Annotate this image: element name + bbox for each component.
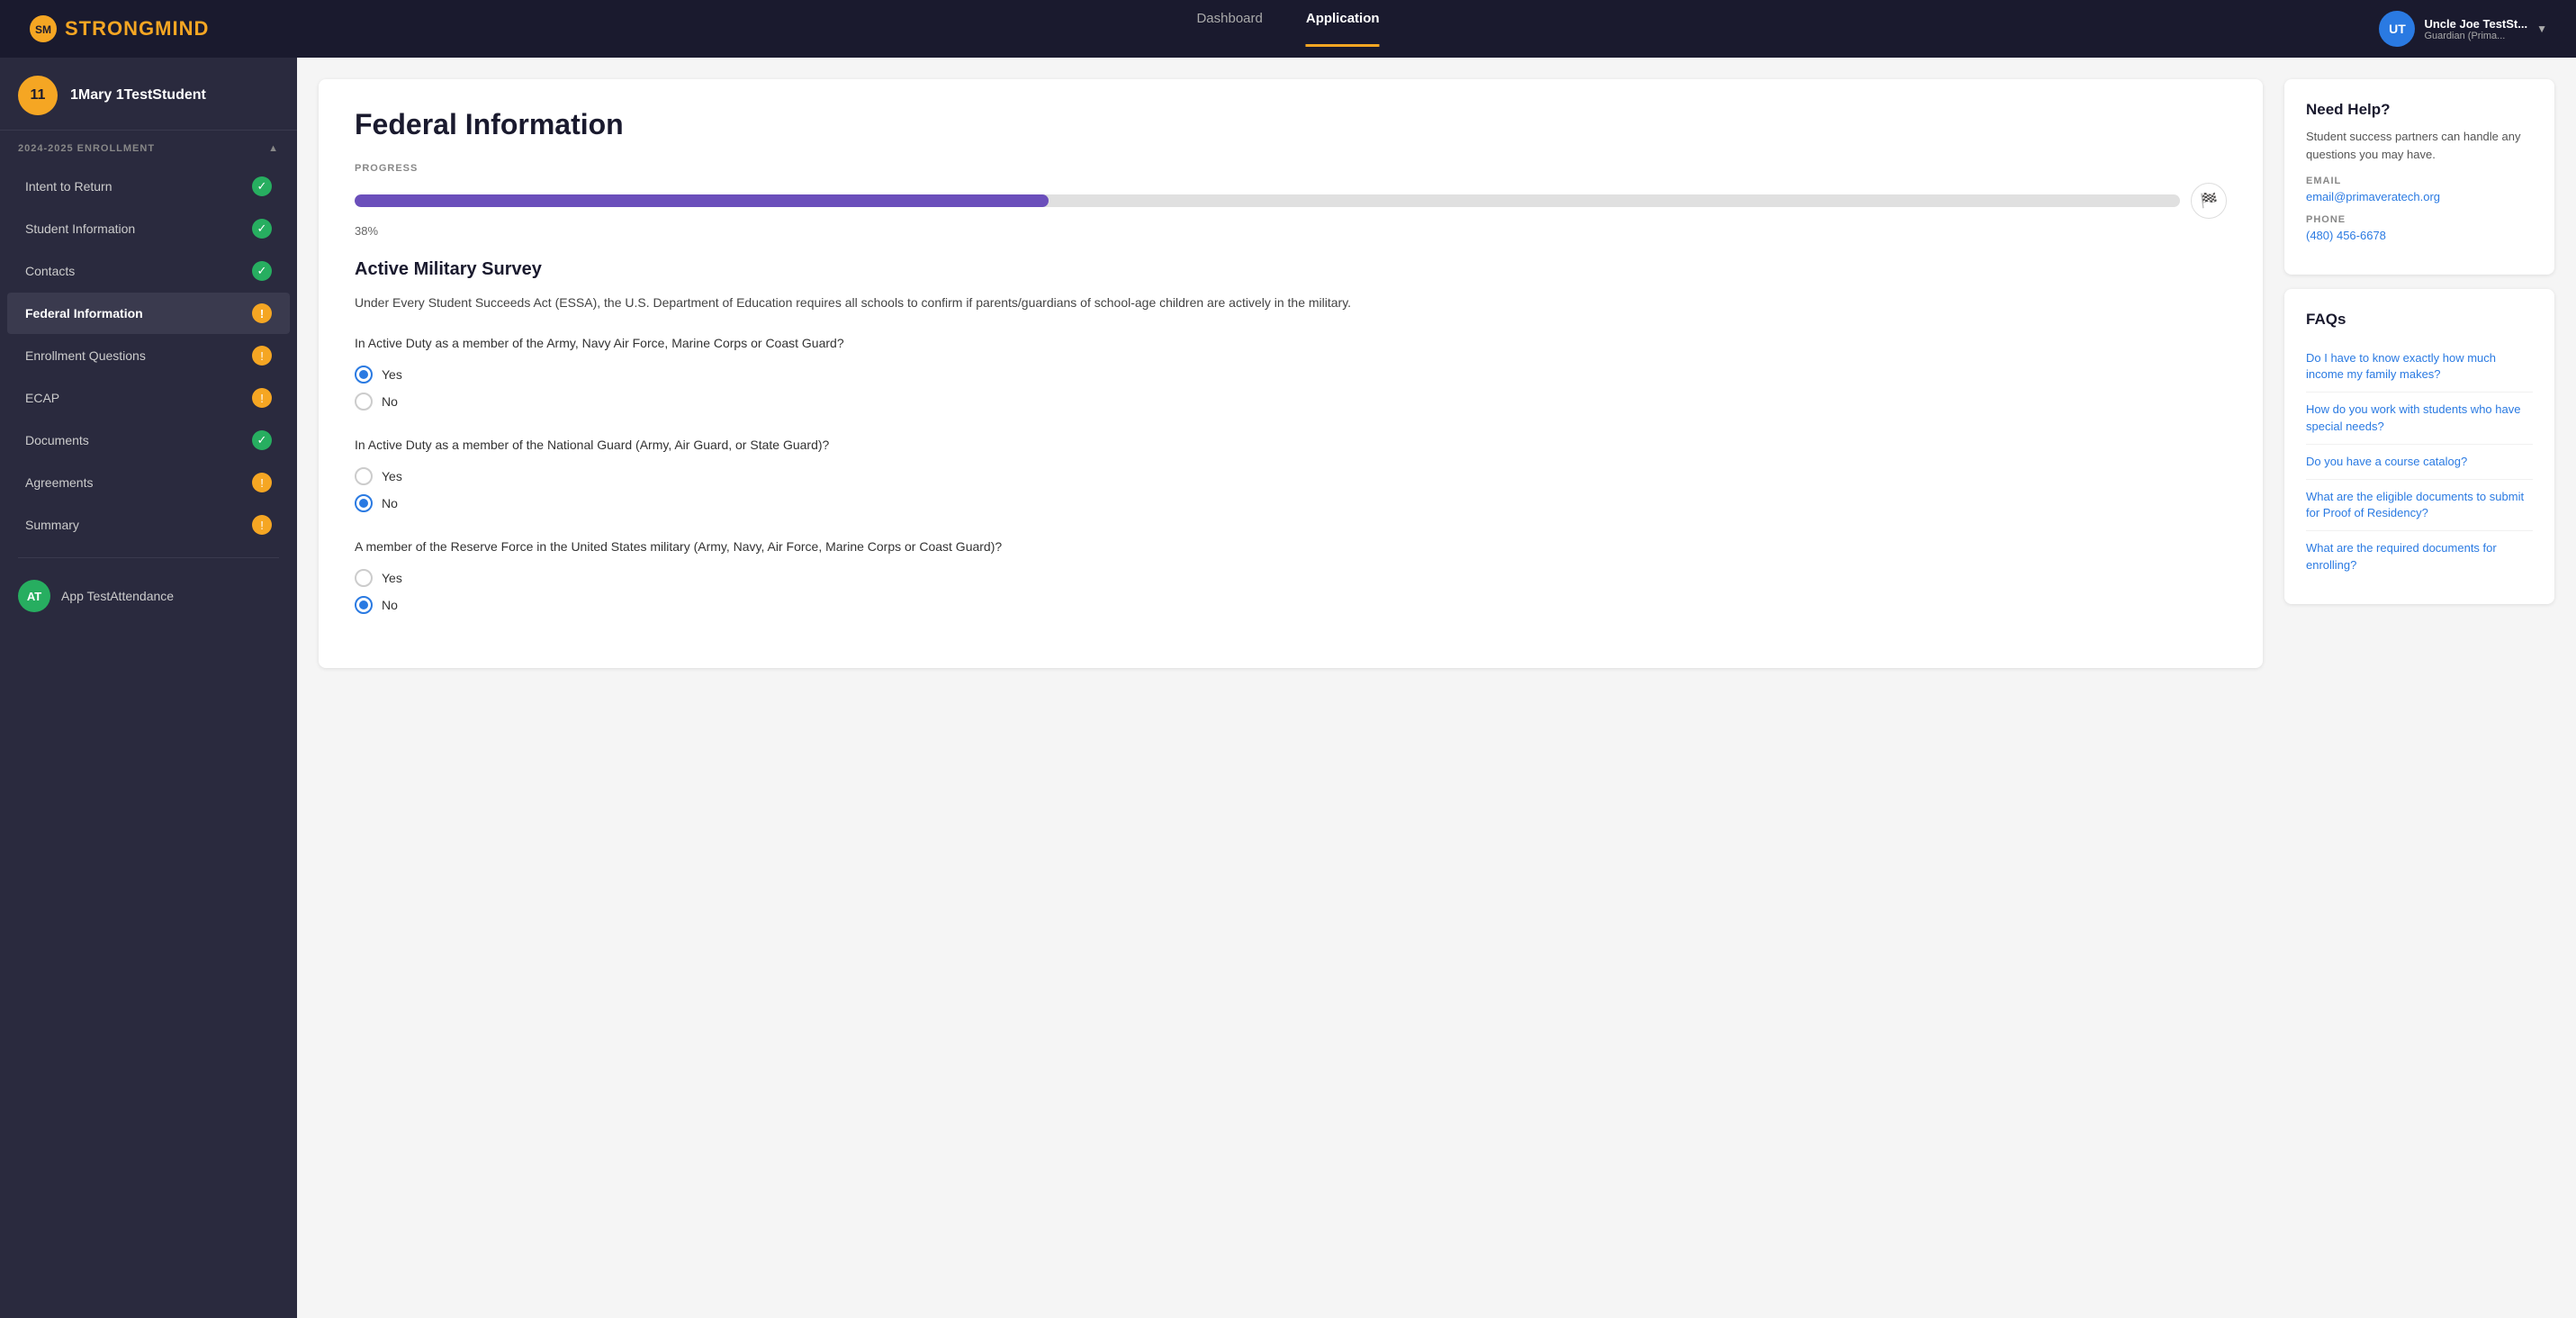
- radio-q1-yes[interactable]: [355, 366, 373, 384]
- question-2-block: In Active Duty as a member of the Nation…: [355, 436, 2227, 512]
- faq-item-5[interactable]: What are the required documents for enro…: [2306, 531, 2533, 582]
- sidebar-item-documents[interactable]: Documents ✓: [7, 420, 290, 461]
- header: SM STRONGMIND Dashboard Application UT U…: [0, 0, 2576, 58]
- question-3-no[interactable]: No: [355, 596, 2227, 614]
- status-icon-orange: !: [252, 388, 272, 408]
- need-help-title: Need Help?: [2306, 101, 2533, 119]
- student-name: 1Mary 1TestStudent: [70, 87, 206, 104]
- student-badge: 11: [18, 76, 58, 115]
- faq-card: FAQs Do I have to know exactly how much …: [2284, 289, 2554, 604]
- progress-bar-bg: [355, 194, 2180, 207]
- section-title: Active Military Survey: [355, 259, 2227, 280]
- user-info: Uncle Joe TestSt... Guardian (Prima...: [2424, 17, 2527, 41]
- phone-label: PHONE: [2306, 214, 2533, 225]
- flag-button[interactable]: 🏁: [2191, 183, 2227, 219]
- status-icon-green: ✓: [252, 261, 272, 281]
- radio-q2-no[interactable]: [355, 494, 373, 512]
- progress-bar-fill: [355, 194, 1049, 207]
- section-desc: Under Every Student Succeeds Act (ESSA),…: [355, 293, 2227, 312]
- status-icon-green: ✓: [252, 430, 272, 450]
- question-1-text: In Active Duty as a member of the Army, …: [355, 334, 2227, 353]
- logo: SM STRONGMIND: [29, 14, 209, 43]
- radio-q1-no[interactable]: [355, 393, 373, 411]
- phone-link[interactable]: (480) 456-6678: [2306, 229, 2533, 242]
- question-2-options: Yes No: [355, 467, 2227, 512]
- app-name: App TestAttendance: [61, 589, 174, 603]
- need-help-desc: Student success partners can handle any …: [2306, 128, 2533, 163]
- progress-percentage: 38%: [355, 224, 2227, 238]
- question-1-yes[interactable]: Yes: [355, 366, 2227, 384]
- sidebar-item-summary[interactable]: Summary !: [7, 504, 290, 546]
- nav-application[interactable]: Application: [1306, 11, 1380, 47]
- faq-title: FAQs: [2306, 311, 2533, 329]
- user-role: Guardian (Prima...: [2424, 31, 2527, 41]
- chevron-down-icon: ▼: [2536, 23, 2547, 35]
- question-2-text: In Active Duty as a member of the Nation…: [355, 436, 2227, 455]
- sidebar: 11 1Mary 1TestStudent 2024-2025 ENROLLME…: [0, 58, 297, 1318]
- user-name: Uncle Joe TestSt...: [2424, 17, 2527, 31]
- email-link[interactable]: email@primaveratech.org: [2306, 190, 2533, 203]
- svg-text:SM: SM: [35, 23, 51, 36]
- question-1-block: In Active Duty as a member of the Army, …: [355, 334, 2227, 411]
- question-1-no[interactable]: No: [355, 393, 2227, 411]
- enrollment-title: 2024-2025 ENROLLMENT ▲: [18, 143, 279, 154]
- need-help-card: Need Help? Student success partners can …: [2284, 79, 2554, 275]
- page-title: Federal Information: [355, 108, 2227, 141]
- question-1-options: Yes No: [355, 366, 2227, 411]
- progress-container: 🏁: [355, 183, 2227, 219]
- faq-item-3[interactable]: Do you have a course catalog?: [2306, 445, 2533, 480]
- sidebar-divider: [18, 557, 279, 558]
- logo-icon: SM: [29, 14, 58, 43]
- faq-item-4[interactable]: What are the eligible documents to submi…: [2306, 480, 2533, 531]
- content-area: Federal Information PROGRESS 🏁 38% Activ…: [297, 58, 2576, 1318]
- logo-text: STRONGMIND: [65, 17, 209, 41]
- help-panel: Need Help? Student success partners can …: [2284, 79, 2554, 604]
- question-3-yes[interactable]: Yes: [355, 569, 2227, 587]
- status-icon-green: ✓: [252, 219, 272, 239]
- app-avatar: AT: [18, 580, 50, 612]
- student-header: 11 1Mary 1TestStudent: [0, 58, 297, 131]
- enrollment-section: 2024-2025 ENROLLMENT ▲: [0, 131, 297, 161]
- sidebar-item-intent-to-return[interactable]: Intent to Return ✓: [7, 166, 290, 207]
- question-3-text: A member of the Reserve Force in the Uni…: [355, 537, 2227, 556]
- status-icon-orange: !: [252, 346, 272, 366]
- status-icon-orange: !: [252, 515, 272, 535]
- faq-item-2[interactable]: How do you work with students who have s…: [2306, 393, 2533, 444]
- status-icon-orange: !: [252, 303, 272, 323]
- question-2-no[interactable]: No: [355, 494, 2227, 512]
- app-test-area: AT App TestAttendance: [0, 565, 297, 627]
- radio-q3-no[interactable]: [355, 596, 373, 614]
- radio-q3-yes[interactable]: [355, 569, 373, 587]
- user-menu[interactable]: UT Uncle Joe TestSt... Guardian (Prima..…: [2379, 11, 2547, 47]
- faq-item-1[interactable]: Do I have to know exactly how much incom…: [2306, 341, 2533, 393]
- question-3-options: Yes No: [355, 569, 2227, 614]
- email-label: EMAIL: [2306, 176, 2533, 186]
- status-icon-green: ✓: [252, 176, 272, 196]
- sidebar-item-contacts[interactable]: Contacts ✓: [7, 250, 290, 292]
- question-2-yes[interactable]: Yes: [355, 467, 2227, 485]
- sidebar-item-enrollment-questions[interactable]: Enrollment Questions !: [7, 335, 290, 376]
- sidebar-item-student-information[interactable]: Student Information ✓: [7, 208, 290, 249]
- avatar: UT: [2379, 11, 2415, 47]
- main-form: Federal Information PROGRESS 🏁 38% Activ…: [319, 79, 2263, 668]
- status-icon-orange: !: [252, 473, 272, 492]
- progress-label: PROGRESS: [355, 163, 2227, 174]
- radio-q2-yes[interactable]: [355, 467, 373, 485]
- sidebar-nav: Intent to Return ✓ Student Information ✓…: [0, 161, 297, 550]
- nav-dashboard[interactable]: Dashboard: [1196, 11, 1262, 47]
- question-3-block: A member of the Reserve Force in the Uni…: [355, 537, 2227, 614]
- sidebar-item-ecap[interactable]: ECAP !: [7, 377, 290, 419]
- sidebar-item-agreements[interactable]: Agreements !: [7, 462, 290, 503]
- main-nav: Dashboard Application: [1196, 11, 1379, 47]
- sidebar-item-federal-information[interactable]: Federal Information !: [7, 293, 290, 334]
- chevron-up-icon: ▲: [268, 143, 279, 154]
